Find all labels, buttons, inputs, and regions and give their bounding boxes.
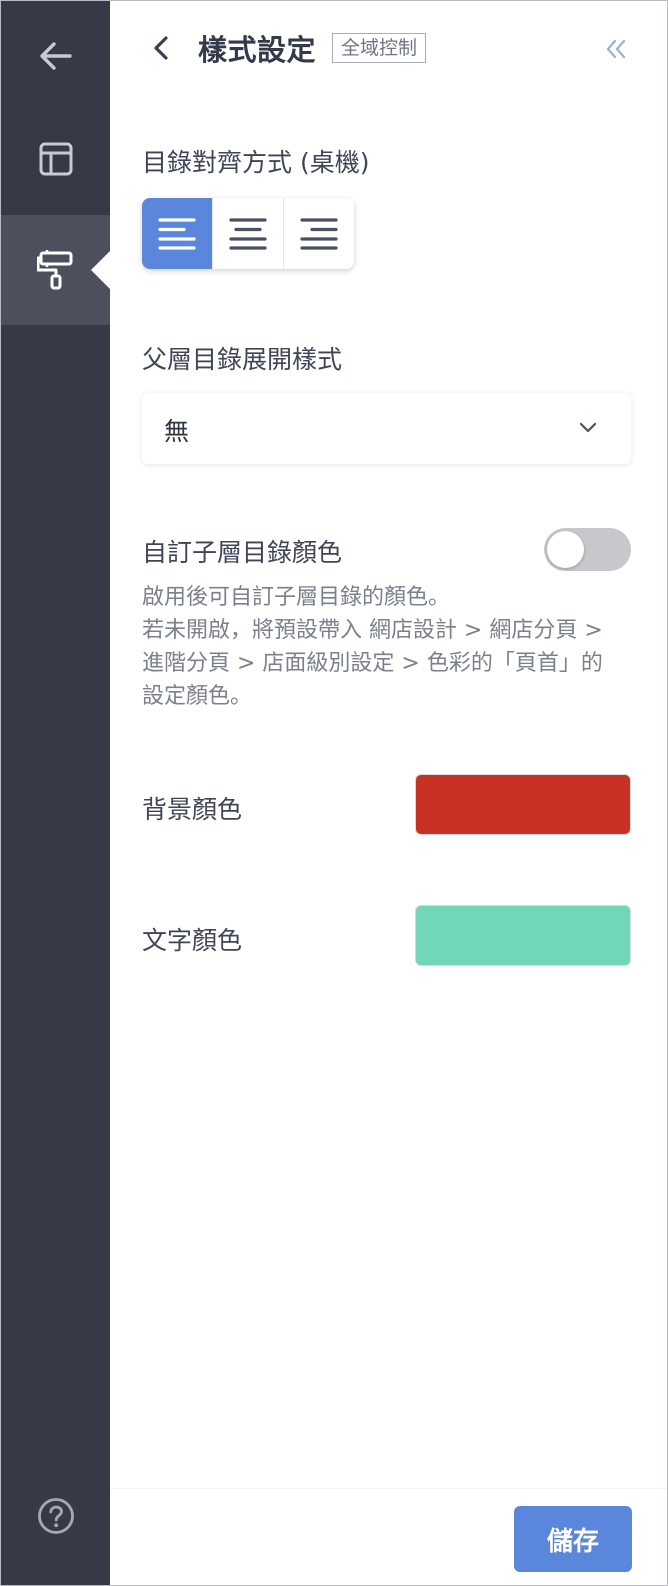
align-left-icon — [158, 217, 196, 250]
description-line: 設定顏色。 — [142, 684, 253, 709]
collapse-panel-button[interactable] — [603, 37, 629, 61]
expand-style-select[interactable]: 無 — [142, 393, 631, 464]
alignment-label: 目錄對齊方式 (桌機) — [142, 148, 370, 177]
rail-style-button[interactable] — [1, 215, 110, 325]
description-line: 若未開啟，將預設帶入 網店設計 > 網店分頁 > — [142, 618, 603, 643]
align-right-button[interactable] — [283, 198, 354, 269]
text-color-swatch[interactable] — [415, 905, 631, 966]
align-right-icon — [300, 217, 338, 250]
app-frame: 樣式設定 全域控制 目錄對齊方式 (桌機) 父層目錄展開樣式 無 自訂子層目錄顏… — [0, 0, 668, 1586]
expand-style-label: 父層目錄展開樣式 — [142, 345, 343, 374]
save-button[interactable]: 儲存 — [514, 1506, 632, 1572]
toggle-knob — [547, 531, 584, 568]
background-color-swatch[interactable] — [415, 774, 631, 835]
expand-style-value: 無 — [164, 417, 190, 446]
chevron-left-icon — [154, 36, 168, 60]
style-settings-panel: 樣式設定 全域控制 目錄對齊方式 (桌機) 父層目錄展開樣式 無 自訂子層目錄顏… — [110, 1, 667, 1585]
background-color-label: 背景顏色 — [142, 795, 243, 824]
help-icon — [37, 1498, 74, 1534]
description-line: 啟用後可自訂子層目錄的顏色。 — [142, 585, 451, 610]
chevron-down-icon — [579, 422, 597, 433]
description-line: 進階分頁 > 店面級別設定 > 色彩的「頁首」的 — [142, 651, 603, 676]
back-button[interactable] — [144, 31, 178, 65]
panel-footer: 儲存 — [110, 1488, 667, 1585]
rail-help-button[interactable] — [1, 1461, 110, 1571]
arrow-left-icon — [39, 42, 72, 70]
paint-roller-icon — [36, 250, 72, 290]
panel-header: 樣式設定 全域控制 — [110, 1, 667, 97]
align-center-button[interactable] — [212, 198, 283, 269]
layout-icon — [39, 142, 72, 176]
alignment-segmented-control — [142, 198, 354, 269]
rail-layout-button[interactable] — [1, 104, 110, 214]
scope-badge: 全域控制 — [332, 33, 427, 63]
rail-back-button[interactable] — [1, 1, 110, 111]
custom-child-color-description: 啟用後可自訂子層目錄的顏色。 若未開啟，將預設帶入 網店設計 > 網店分頁 > … — [142, 581, 642, 713]
page-title: 樣式設定 — [198, 33, 317, 67]
custom-child-color-label: 自訂子層目錄顏色 — [142, 538, 343, 567]
double-chevron-left-icon — [606, 39, 626, 59]
text-color-label: 文字顏色 — [142, 926, 243, 955]
custom-child-color-toggle[interactable] — [544, 528, 631, 571]
align-left-button[interactable] — [142, 198, 212, 269]
align-center-icon — [229, 217, 267, 250]
left-rail — [1, 1, 110, 1585]
